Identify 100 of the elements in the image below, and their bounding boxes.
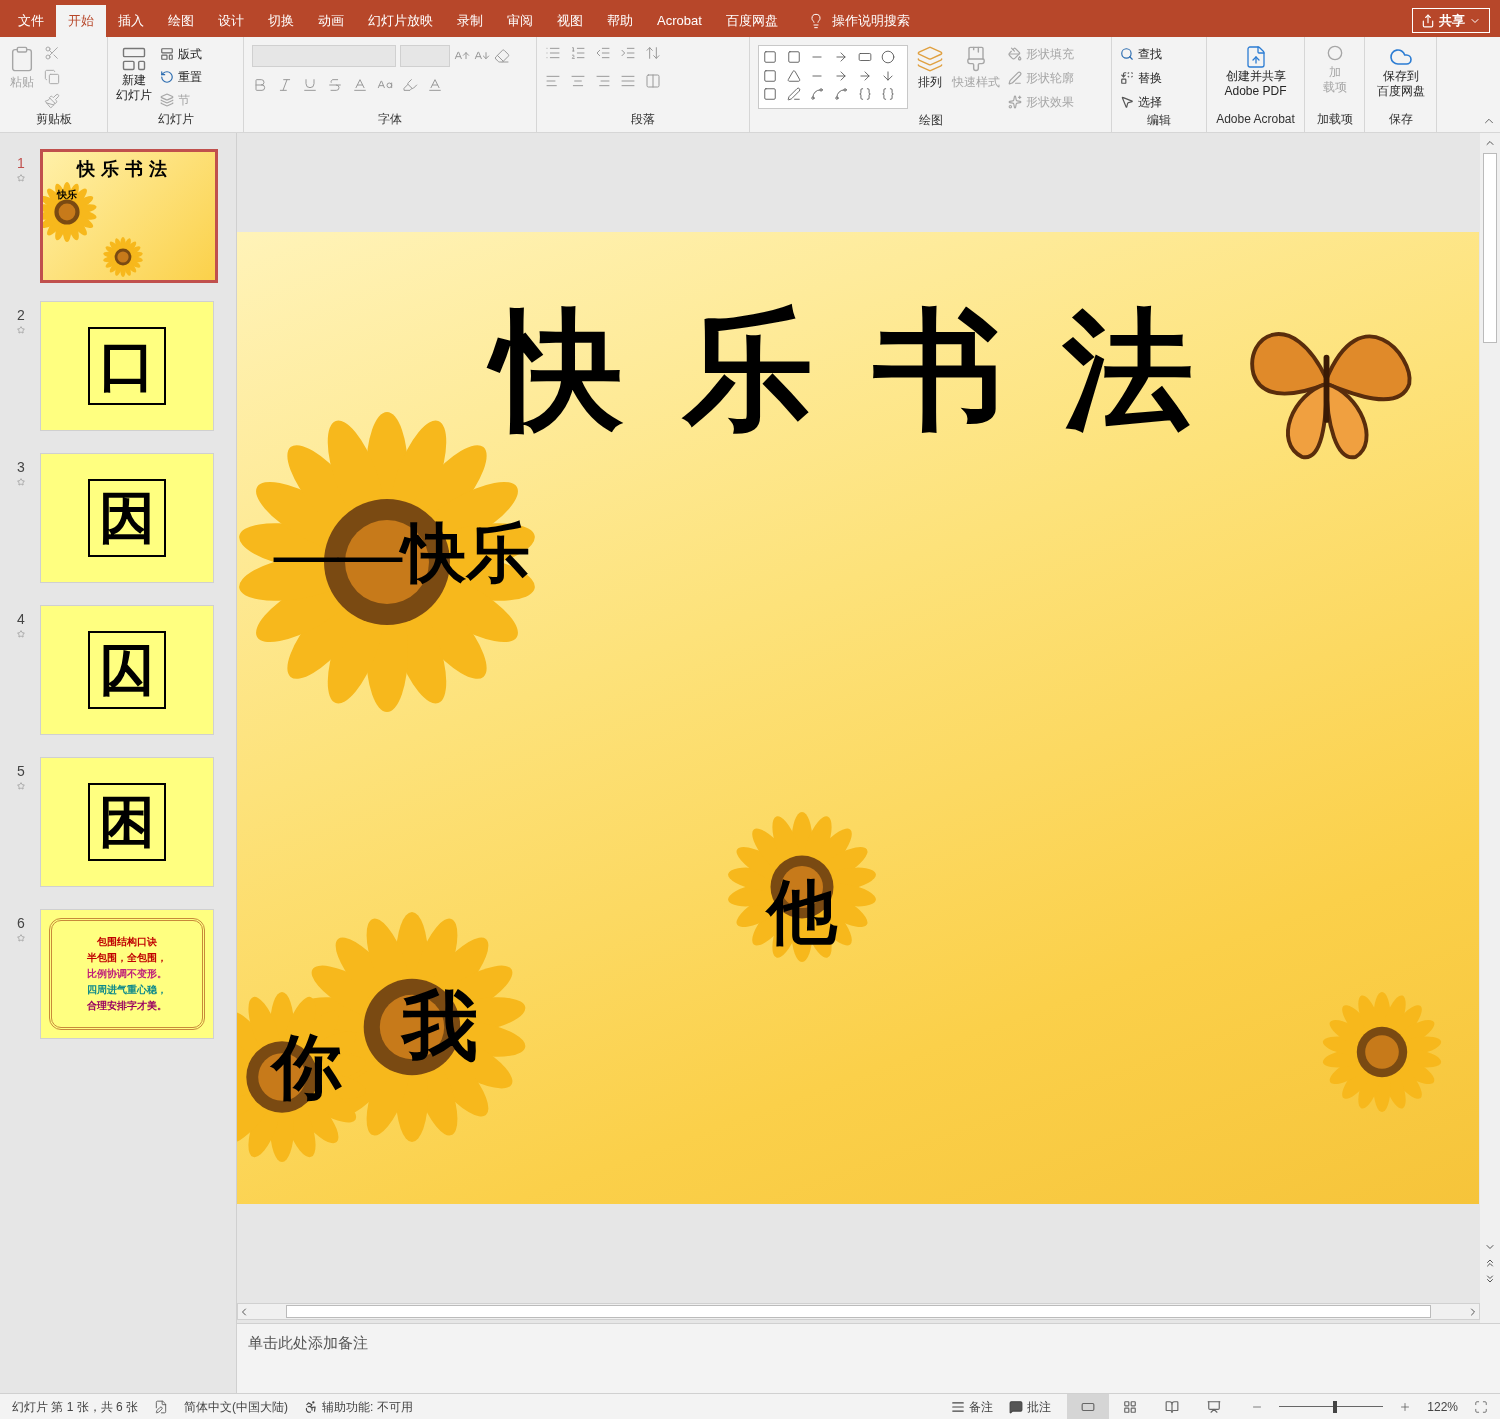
notes-icon	[951, 1399, 966, 1414]
ribbon-tab[interactable]: 审阅	[495, 5, 545, 37]
slide-icon	[120, 45, 148, 73]
font-size-field[interactable]	[400, 45, 450, 67]
slide-thumbnail[interactable]: 快乐书法 快乐	[40, 149, 218, 283]
group-label: 加载项	[1315, 111, 1354, 128]
italic-icon[interactable]	[277, 77, 293, 93]
group-label: 保存	[1387, 111, 1414, 128]
freeform-icon[interactable]	[786, 87, 801, 102]
next-slide-icon[interactable]	[1484, 1273, 1496, 1285]
reset-button[interactable]: 重置	[160, 68, 202, 86]
columns-icon[interactable]	[645, 73, 661, 89]
format-painter-icon[interactable]	[44, 93, 60, 109]
ribbon-tab[interactable]: 设计	[206, 5, 256, 37]
triangle-icon[interactable]	[786, 68, 801, 83]
slide-thumbnail[interactable]: 口	[40, 301, 214, 431]
ribbon-tab[interactable]: 动画	[306, 5, 356, 37]
accessibility-status[interactable]: 辅助功能: 不可用	[304, 1397, 413, 1416]
zoom-level[interactable]: 122%	[1427, 1397, 1458, 1416]
clear-formatting-icon[interactable]	[494, 48, 510, 64]
scroll-thumb[interactable]	[286, 1305, 1431, 1318]
oval-icon[interactable]	[881, 50, 896, 64]
notes-pane[interactable]: 单击此处添加备注	[237, 1323, 1500, 1393]
ribbon-tab[interactable]: Acrobat	[645, 5, 714, 37]
star-icon	[17, 630, 25, 638]
group-label: 幻灯片	[156, 111, 195, 128]
align-right-icon[interactable]	[595, 73, 611, 89]
search-field[interactable]: 操作说明搜索	[831, 11, 972, 31]
align-center-icon[interactable]	[570, 73, 586, 89]
arrow-icon[interactable]	[834, 50, 848, 64]
slide-thumbnail[interactable]: 包围结构口诀 半包围，全包围， 比例协调不变形。 四周进气重心稳， 合理安排字才美。	[40, 909, 214, 1039]
ribbon-tab[interactable]: 绘图	[156, 5, 206, 37]
slide-thumbnail[interactable]: 囚	[40, 605, 214, 735]
text-box-icon[interactable]	[786, 50, 801, 64]
curve-icon[interactable]	[834, 87, 848, 102]
line-spacing-icon[interactable]	[645, 45, 661, 61]
horizontal-scrollbar[interactable]	[237, 1303, 1480, 1320]
language-status[interactable]: 简体中文(中国大陆)	[184, 1397, 289, 1416]
copy-icon[interactable]	[44, 69, 60, 85]
new-slide-button[interactable]: 新建 幻灯片	[116, 45, 152, 103]
scroll-thumb[interactable]	[1483, 153, 1497, 343]
outdent-icon[interactable]	[595, 45, 611, 61]
share-icon	[1421, 13, 1435, 28]
bold-icon[interactable]	[252, 77, 268, 93]
slide-thumbnail[interactable]: 困	[40, 757, 214, 887]
editing-button[interactable]: 查找	[1120, 45, 1162, 63]
comments-button[interactable]: 批注	[1009, 1397, 1052, 1416]
fit-to-window-icon[interactable]	[1474, 1399, 1488, 1414]
brace-icon[interactable]	[857, 87, 872, 102]
ribbon-tab[interactable]: 文件	[6, 5, 56, 37]
shape-icon[interactable]	[763, 87, 777, 102]
cut-icon[interactable]	[44, 45, 60, 61]
ribbon-tab[interactable]: 录制	[445, 5, 495, 37]
slide-number: 3	[17, 458, 25, 477]
ribbon-tab[interactable]: 幻灯片放映	[356, 5, 445, 37]
notes-check-icon[interactable]	[154, 1399, 169, 1414]
previous-slide-icon[interactable]	[1484, 1257, 1496, 1269]
rectangle-icon[interactable]	[857, 50, 872, 64]
ribbon-tab[interactable]: 插入	[106, 5, 156, 37]
ribbon-tab[interactable]: 切换	[256, 5, 306, 37]
justify-icon[interactable]	[620, 73, 636, 89]
arrow-icon[interactable]	[834, 68, 848, 83]
bullets-icon[interactable]	[545, 45, 561, 61]
ribbon-tab[interactable]: 帮助	[595, 5, 645, 37]
share-button[interactable]: 共享	[1412, 8, 1490, 33]
rounded-rectangle-icon[interactable]	[763, 68, 777, 83]
arrange-button[interactable]: 排列	[916, 45, 944, 91]
create-pdf-button[interactable]: 创建并共享 Adobe PDF	[1215, 45, 1296, 99]
sunflower-drawing	[103, 237, 143, 277]
editing-button[interactable]: 选择	[1120, 93, 1162, 111]
ribbon-tab[interactable]: 视图	[545, 5, 595, 37]
character-box: 口	[88, 327, 166, 405]
slide-thumbnail[interactable]: 因	[40, 453, 214, 583]
brace-icon[interactable]	[881, 87, 896, 102]
zoom-thumb[interactable]	[1333, 1400, 1338, 1413]
notes-button[interactable]: 备注	[951, 1397, 994, 1416]
layout-button[interactable]: 版式	[160, 45, 202, 63]
sunflower-drawing	[43, 182, 97, 242]
group-label: Adobe Acrobat	[1215, 111, 1296, 128]
font-name-field[interactable]	[252, 45, 396, 67]
calligraphy-character: 我	[402, 983, 478, 1070]
ribbon-tab[interactable]: 开始	[56, 5, 106, 37]
character-spacing-icon[interactable]	[352, 77, 368, 93]
indent-icon[interactable]	[620, 45, 636, 61]
strikethrough-icon[interactable]	[327, 77, 343, 93]
slide-subtitle: ——快乐	[274, 517, 530, 591]
highlighter-icon[interactable]	[402, 77, 418, 93]
zoom-in-icon[interactable]	[1399, 1400, 1412, 1413]
text-box-icon[interactable]	[763, 50, 777, 64]
editing-button[interactable]: 替换	[1120, 69, 1162, 87]
numbering-icon[interactable]	[570, 45, 586, 61]
layout-icon	[160, 47, 174, 61]
font-color-icon[interactable]	[427, 77, 443, 93]
underline-icon[interactable]	[302, 77, 318, 93]
save-to-cloud-button[interactable]: 保存到 百度网盘	[1373, 45, 1428, 99]
align-left-icon[interactable]	[545, 73, 561, 89]
vertical-scrollbar[interactable]	[1480, 133, 1500, 1323]
view-button[interactable]	[1067, 1394, 1110, 1419]
curve-icon[interactable]	[810, 87, 825, 102]
ribbon-tab[interactable]: 百度网盘	[713, 5, 790, 37]
